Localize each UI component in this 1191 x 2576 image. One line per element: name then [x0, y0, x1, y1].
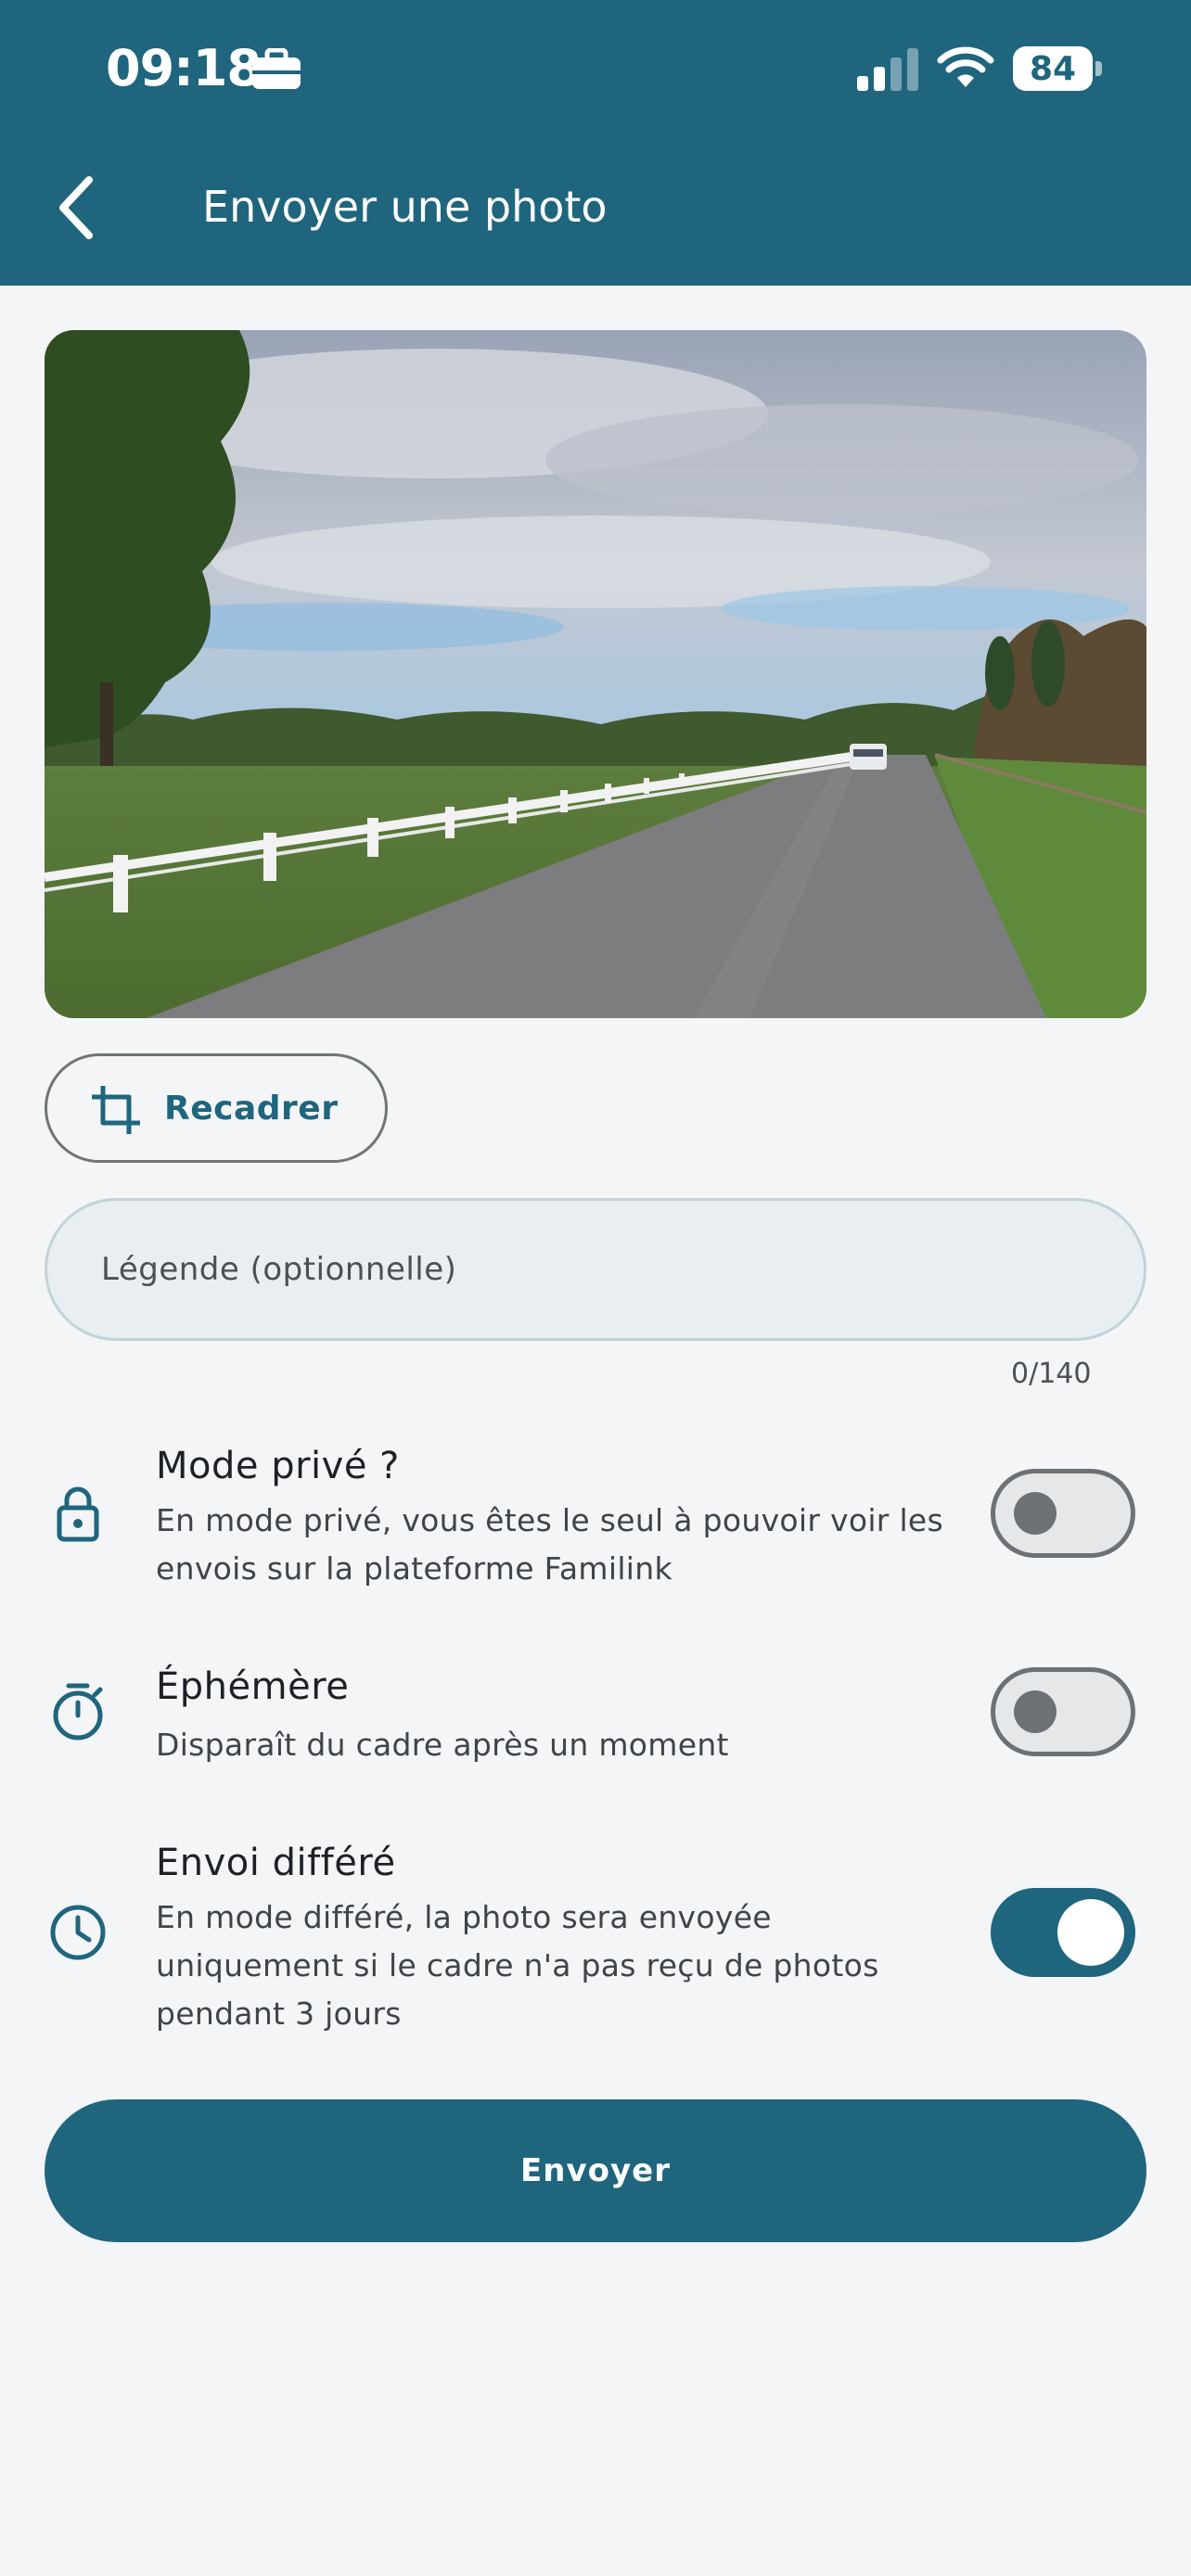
battery-cap	[1095, 61, 1102, 76]
private-mode-toggle[interactable]	[991, 1469, 1135, 1558]
toggle-knob	[1014, 1492, 1057, 1535]
delayed-send-title: Envoi différé	[156, 1842, 396, 1884]
ephemeral-description: Disparaît du cadre après un moment	[156, 1727, 729, 1763]
battery-level: 84	[1013, 46, 1093, 91]
back-button[interactable]	[50, 172, 106, 243]
private-mode-title: Mode privé ?	[156, 1445, 400, 1487]
caption-input[interactable]	[45, 1198, 1146, 1341]
private-mode-description: En mode privé, vous êtes le seul à pouvo…	[156, 1502, 944, 1587]
briefcase-icon	[252, 48, 301, 89]
wifi-icon	[937, 46, 994, 87]
signal-icon	[857, 48, 918, 91]
delayed-send-description: En mode différé, la photo sera envoyée u…	[156, 1899, 879, 2032]
delayed-send-toggle[interactable]	[991, 1888, 1135, 1977]
app-header: 09:18 84 Envoyer une photo	[0, 0, 1191, 286]
page-title: Envoyer une photo	[202, 182, 608, 232]
ephemeral-toggle[interactable]	[991, 1667, 1135, 1756]
toggle-knob	[1014, 1690, 1057, 1733]
clock-icon	[50, 1905, 106, 1960]
lock-icon	[57, 1486, 99, 1542]
crop-icon	[92, 1086, 140, 1134]
toggle-knob	[1057, 1899, 1124, 1966]
timer-icon	[53, 1683, 103, 1741]
caption-char-counter: 0/140	[1011, 1358, 1092, 1390]
crop-button-label: Recadrer	[164, 1090, 339, 1128]
status-time: 09:18	[106, 39, 262, 97]
battery-icon: 84	[1013, 46, 1102, 91]
send-button[interactable]: Envoyer	[45, 2099, 1146, 2242]
photo-preview	[45, 330, 1146, 1018]
crop-button[interactable]: Recadrer	[45, 1053, 388, 1163]
ephemeral-title: Éphémère	[156, 1665, 350, 1708]
